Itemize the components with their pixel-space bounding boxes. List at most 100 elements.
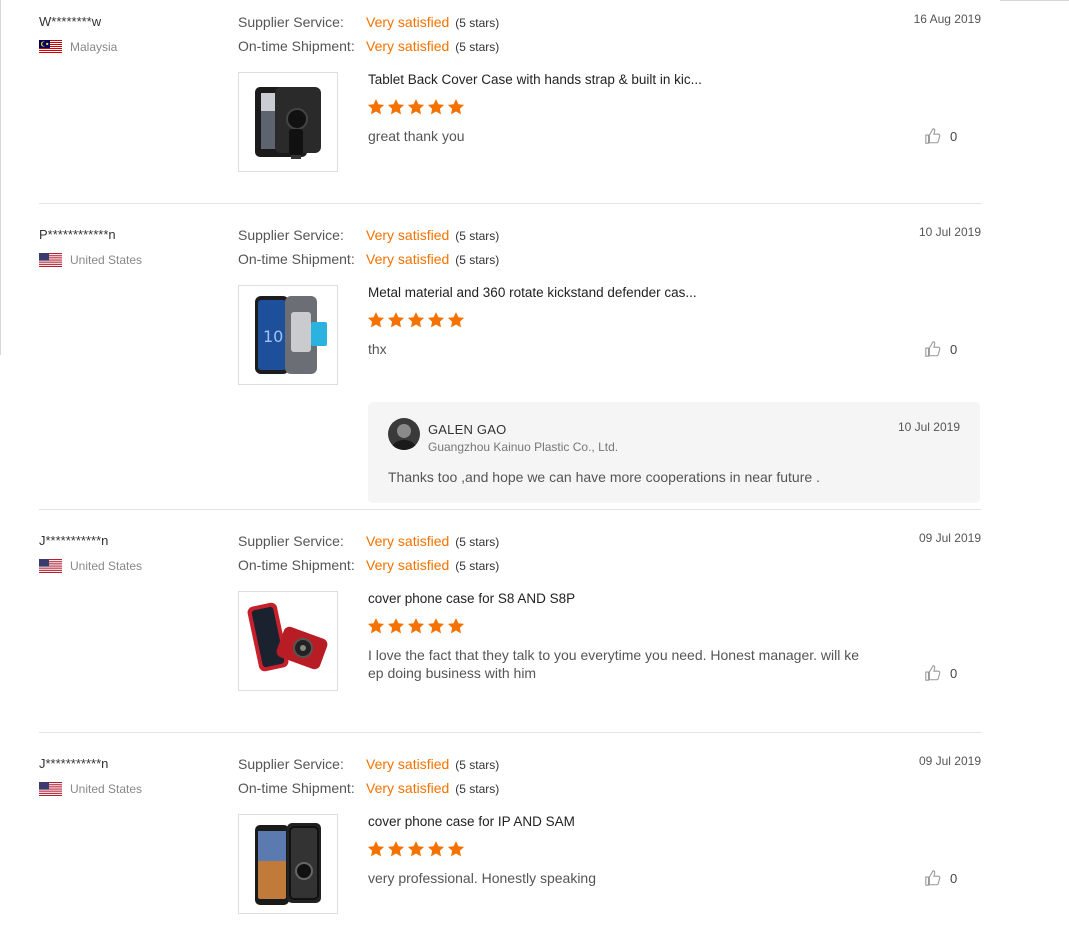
- ontime-shipment-rating: On-time Shipment: Very satisfied (5 stars): [238, 38, 568, 62]
- buyer-country: Malaysia: [39, 40, 117, 54]
- supplier-service-label: Supplier Service:: [238, 756, 344, 772]
- reply-date: 10 Jul 2019: [897, 420, 960, 434]
- like-count: 0: [950, 870, 958, 886]
- star-icon: [407, 841, 425, 857]
- ontime-shipment-label: On-time Shipment:: [238, 38, 355, 54]
- supplier-service-count: (5 stars): [455, 535, 500, 549]
- supplier-service-value: Very satisfied: [366, 14, 450, 30]
- supplier-service-value: Very satisfied: [366, 756, 450, 772]
- star-icon: [427, 312, 445, 328]
- star-icon: [387, 312, 405, 328]
- review-item: W********w Malaysia Supplier Service: Ver…: [39, 12, 981, 204]
- product-title-link[interactable]: cover phone case for IP AND SAM: [368, 814, 575, 829]
- product-title-link[interactable]: cover phone case for S8 AND S8P: [368, 591, 575, 606]
- thumbs-up-icon: [925, 128, 941, 144]
- buyer-country: United States: [39, 253, 142, 267]
- like-count: 0: [950, 665, 958, 681]
- ontime-shipment-label: On-time Shipment:: [238, 557, 355, 573]
- ontime-shipment-value: Very satisfied: [366, 780, 450, 796]
- star-icon: [407, 99, 425, 115]
- buyer-name: W********w: [39, 14, 102, 29]
- star-icon: [367, 841, 385, 857]
- buyer-country: United States: [39, 559, 142, 573]
- star-icon: [427, 99, 445, 115]
- supplier-reply: GALEN GAO Guangzhou Kainuo Plastic Co., …: [368, 402, 980, 503]
- star-rating: [367, 617, 465, 635]
- buyer-name: J***********n: [39, 533, 109, 548]
- star-icon: [387, 841, 405, 857]
- ontime-shipment-rating: On-time Shipment: Very satisfied (5 stars): [238, 557, 568, 581]
- tablet-case-image: [255, 87, 321, 159]
- country-name: Malaysia: [70, 40, 118, 54]
- like-button[interactable]: 0: [924, 127, 957, 145]
- review-divider: [39, 509, 981, 510]
- us-flag-icon: [39, 559, 62, 573]
- reply-text: Thanks too ,and hope we can have more co…: [388, 469, 820, 485]
- supplier-service-rating: Supplier Service: Very satisfied (5 stars): [238, 227, 568, 251]
- ratings: Supplier Service: Very satisfied (5 stars)…: [238, 14, 568, 62]
- like-button[interactable]: 0: [924, 664, 957, 682]
- avatar-image: [388, 418, 420, 450]
- ontime-shipment-count: (5 stars): [455, 559, 500, 573]
- avatar: [388, 418, 420, 450]
- supplier-service-label: Supplier Service:: [238, 227, 344, 243]
- thumbs-up-icon: [925, 665, 941, 681]
- product-title-link[interactable]: Tablet Back Cover Case with hands strap …: [368, 72, 702, 87]
- star-icon: [427, 841, 445, 857]
- supplier-service-rating: Supplier Service: Very satisfied (5 stars): [238, 14, 568, 38]
- review-date: 10 Jul 2019: [918, 225, 981, 239]
- star-icon: [407, 618, 425, 634]
- review-item: J***********n United States Supplier Ser…: [39, 754, 981, 940]
- review-item: J***********n United States Supplier Ser…: [39, 531, 981, 733]
- review-divider: [39, 203, 981, 204]
- supplier-service-count: (5 stars): [455, 758, 500, 772]
- review-date: 09 Jul 2019: [918, 754, 981, 768]
- product-title-link[interactable]: Metal material and 360 rotate kickstand …: [368, 285, 697, 300]
- reply-author-name: GALEN GAO: [428, 422, 507, 437]
- ratings: Supplier Service: Very satisfied (5 stars)…: [238, 533, 568, 581]
- review-divider: [39, 732, 981, 733]
- phone-case-image: 10: [255, 296, 327, 374]
- like-count: 0: [950, 128, 958, 144]
- frame-top-border: [1000, 0, 1069, 1]
- ontime-shipment-label: On-time Shipment:: [238, 780, 355, 796]
- supplier-service-label: Supplier Service:: [238, 14, 344, 30]
- star-icon: [447, 841, 465, 857]
- us-flag-icon: [39, 253, 62, 267]
- reply-company: Guangzhou Kainuo Plastic Co., Ltd.: [428, 440, 619, 454]
- star-icon: [447, 618, 465, 634]
- review-comment: I love the fact that they talk to you ev…: [368, 647, 860, 681]
- product-thumbnail[interactable]: [238, 72, 338, 172]
- ontime-shipment-label: On-time Shipment:: [238, 251, 355, 267]
- star-icon: [387, 99, 405, 115]
- star-rating: [367, 311, 465, 329]
- star-icon: [427, 618, 445, 634]
- product-thumbnail[interactable]: [238, 814, 338, 914]
- product-thumbnail[interactable]: 10: [238, 285, 338, 385]
- like-count: 0: [950, 341, 958, 357]
- review-item: P************n United States Supplier Se…: [39, 225, 981, 510]
- phone-case-image: [255, 823, 321, 905]
- country-name: United States: [70, 253, 143, 267]
- ontime-shipment-count: (5 stars): [455, 782, 500, 796]
- like-button[interactable]: 0: [924, 340, 957, 358]
- review-date: 09 Jul 2019: [918, 531, 981, 545]
- ontime-shipment-value: Very satisfied: [366, 251, 450, 267]
- product-thumbnail[interactable]: [238, 591, 338, 691]
- like-button[interactable]: 0: [924, 869, 957, 887]
- ratings: Supplier Service: Very satisfied (5 stars)…: [238, 756, 568, 804]
- ontime-shipment-count: (5 stars): [455, 40, 500, 54]
- country-name: United States: [70, 782, 143, 796]
- star-icon: [367, 312, 385, 328]
- star-icon: [367, 99, 385, 115]
- ratings: Supplier Service: Very satisfied (5 stars)…: [238, 227, 568, 275]
- supplier-service-value: Very satisfied: [366, 227, 450, 243]
- supplier-service-value: Very satisfied: [366, 533, 450, 549]
- star-icon: [447, 99, 465, 115]
- buyer-country: United States: [39, 782, 142, 796]
- ontime-shipment-value: Very satisfied: [366, 38, 450, 54]
- supplier-service-label: Supplier Service:: [238, 533, 344, 549]
- country-name: United States: [70, 559, 143, 573]
- malaysia-flag-icon: [39, 40, 62, 54]
- star-icon: [387, 618, 405, 634]
